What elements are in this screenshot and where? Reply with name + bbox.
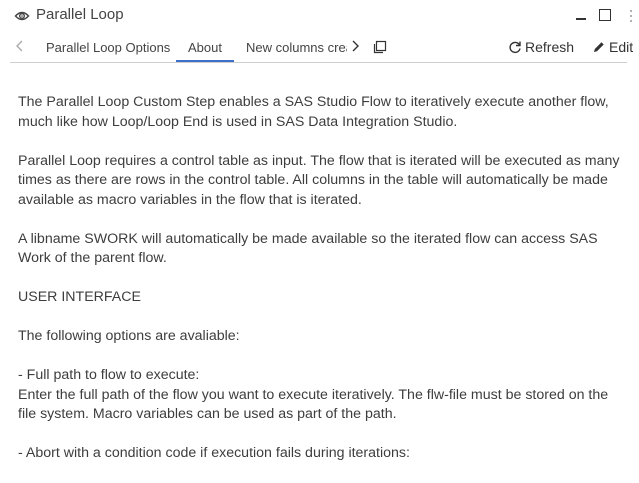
about-paragraph: A libname SWORK will automatically be ma… bbox=[18, 230, 598, 267]
about-paragraph: Parallel Loop requires a control table a… bbox=[18, 152, 620, 208]
tab-list-icon[interactable] bbox=[373, 40, 387, 54]
option-description: - Full path to flow to execute: Enter th… bbox=[18, 367, 609, 422]
tab-about[interactable]: About bbox=[188, 40, 222, 55]
parallel-loop-icon bbox=[13, 7, 31, 25]
tab-bar: Parallel Loop Options About New columns … bbox=[0, 34, 639, 63]
tab-new-columns[interactable]: New columns crea bbox=[246, 40, 347, 55]
tab-parallel-loop-options[interactable]: Parallel Loop Options bbox=[46, 40, 170, 55]
title-bar: Parallel Loop bbox=[0, 0, 639, 34]
window-title: Parallel Loop bbox=[36, 6, 124, 23]
refresh-label: Refresh bbox=[525, 39, 575, 55]
chevron-left-icon[interactable] bbox=[14, 38, 30, 56]
tab-divider bbox=[10, 62, 627, 63]
edit-label: Edit bbox=[609, 39, 634, 55]
pencil-icon bbox=[594, 42, 604, 52]
maximize-icon[interactable] bbox=[598, 8, 612, 22]
about-content: The Parallel Loop Custom Step enables a … bbox=[18, 93, 628, 483]
option-description: - Abort with a condition code if executi… bbox=[18, 445, 410, 461]
about-paragraph: The Parallel Loop Custom Step enables a … bbox=[18, 94, 609, 130]
minimize-icon[interactable] bbox=[574, 7, 588, 23]
refresh-icon bbox=[509, 41, 521, 54]
more-options-icon[interactable] bbox=[628, 7, 634, 25]
chevron-right-icon[interactable] bbox=[349, 38, 361, 56]
section-heading: USER INTERFACE bbox=[18, 289, 141, 305]
edit-button[interactable]: Edit bbox=[592, 39, 633, 55]
refresh-button[interactable]: Refresh bbox=[508, 39, 574, 55]
about-paragraph: The following options are avaliable: bbox=[18, 328, 240, 344]
